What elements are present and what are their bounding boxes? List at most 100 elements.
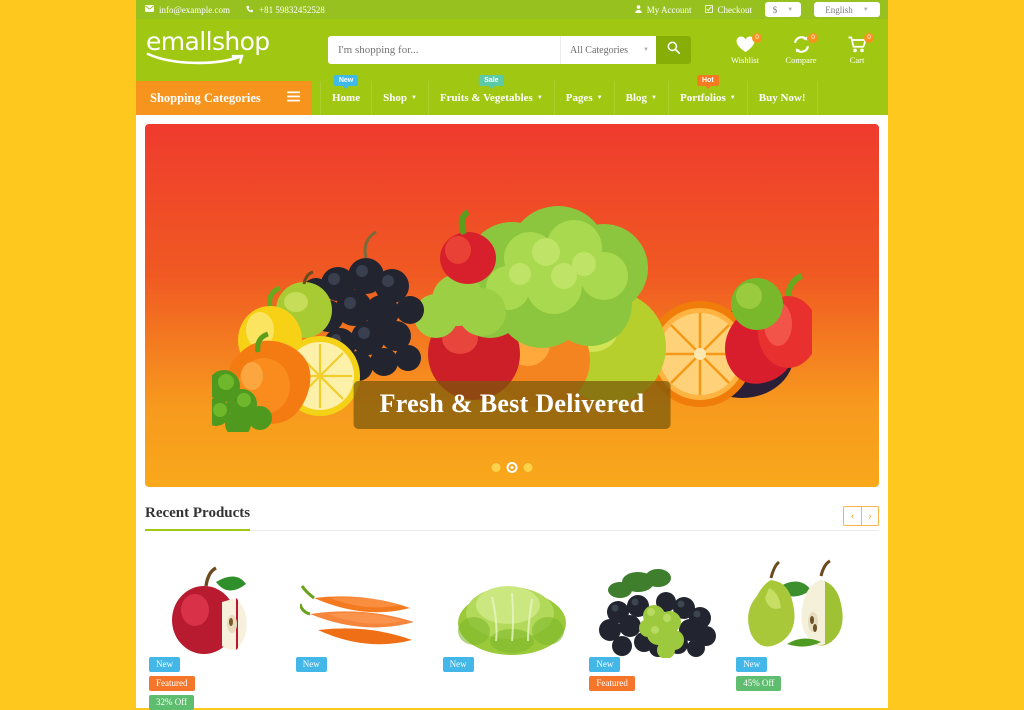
prev-button[interactable]: ‹ <box>843 506 861 526</box>
shopping-categories-label: Shopping Categories <box>150 90 261 105</box>
product-image-pears <box>743 553 868 658</box>
product-card[interactable]: New Featured 32% Off <box>145 553 292 710</box>
nav-item-label: Shop <box>383 92 407 104</box>
top-bar-contact: info@example.com +81 59832452528 <box>136 5 325 15</box>
badge-new: New <box>149 657 180 672</box>
nav-item-blog[interactable]: Blog ▼ <box>615 81 669 115</box>
nav-item-label: Blog <box>625 92 648 104</box>
page-body: Fresh & Best Delivered Recent Products ‹… <box>136 115 888 710</box>
recent-products-header: Recent Products ‹ › <box>145 505 879 531</box>
badge-new: New <box>295 657 327 672</box>
top-bar-links: My Account Checkout $ ▼ English ▼ <box>635 2 888 17</box>
search-icon <box>667 41 681 59</box>
nav-badge-hot: Hot <box>697 75 719 88</box>
search-bar: All Categories ▼ <box>328 36 691 64</box>
nav-item-shop[interactable]: Shop ▼ <box>372 81 429 115</box>
badge-featured: Featured <box>589 676 635 691</box>
nav-item-fruits-vegetables[interactable]: Sale Fruits & Vegetables ▼ <box>429 75 555 115</box>
site-header: emallshop All Categories ▼ <box>136 19 888 81</box>
chevron-down-icon: ▼ <box>729 95 736 101</box>
nav-item-buy-now[interactable]: Buy Now! <box>748 81 818 115</box>
product-card[interactable]: New <box>439 553 586 672</box>
product-badges: New <box>295 657 327 672</box>
nav-item-label: Fruits & Vegetables <box>439 92 533 104</box>
checkout-label: Checkout <box>717 4 753 15</box>
phone-icon <box>246 5 254 15</box>
my-account-label: My Account <box>646 4 692 15</box>
compare-button[interactable]: 0 Compare <box>780 32 822 65</box>
nav-badge-new: New <box>333 75 359 88</box>
search-category-select[interactable]: All Categories ▼ <box>560 36 656 64</box>
badge-new: New <box>589 657 621 672</box>
currency-selector[interactable]: $ ▼ <box>765 2 801 17</box>
nav-item-label: Home <box>332 92 361 104</box>
nav-items: New Home Shop ▼ Sale Fruits & Vegetables… <box>320 75 818 115</box>
nav-item-label: Portfolios <box>679 92 726 104</box>
check-square-icon <box>704 4 713 15</box>
carousel-dot-3[interactable] <box>523 463 533 472</box>
product-card[interactable]: New <box>292 553 439 672</box>
cart-button[interactable]: 0 Cart <box>836 32 878 65</box>
product-image-carrots <box>300 553 430 658</box>
contact-email[interactable]: info@example.com <box>145 5 230 15</box>
contact-phone[interactable]: +81 59832452528 <box>246 5 325 15</box>
product-badges: New Featured 32% Off <box>149 657 195 710</box>
envelope-icon <box>145 5 154 14</box>
page-root: info@example.com +81 59832452528 My Acco… <box>0 0 1024 710</box>
chevron-right-icon: › <box>868 510 872 522</box>
next-button[interactable]: › <box>861 506 879 526</box>
nav-item-pages[interactable]: Pages ▼ <box>555 81 615 115</box>
carousel-arrows: ‹ › <box>843 506 879 526</box>
search-input[interactable] <box>328 36 560 64</box>
chevron-down-icon: ▼ <box>410 95 417 101</box>
wishlist-count: 0 <box>752 32 762 43</box>
cart-label: Cart <box>849 54 865 65</box>
chevron-down-icon: ▼ <box>862 6 869 13</box>
chevron-left-icon: ‹ <box>850 510 855 522</box>
carousel-dot-2[interactable] <box>506 462 518 473</box>
carousel-dots <box>491 462 533 473</box>
product-image-grapes <box>596 553 721 658</box>
cart-count: 0 <box>864 32 874 43</box>
nav-item-label: Buy Now! <box>758 92 806 104</box>
language-value: English <box>825 4 853 15</box>
carousel-dot-1[interactable] <box>491 463 501 472</box>
badge-featured: Featured <box>149 676 195 691</box>
hero-carousel[interactable]: Fresh & Best Delivered <box>145 124 879 487</box>
nav-badge-sale: Sale <box>479 75 504 88</box>
badge-discount: 45% Off <box>736 676 782 691</box>
search-button[interactable] <box>656 36 691 64</box>
product-card[interactable]: New Featured <box>585 553 732 691</box>
product-badges: New <box>442 657 474 672</box>
wishlist-button[interactable]: 0 Wishlist <box>724 32 766 65</box>
badge-new: New <box>736 657 768 672</box>
logo-text: emallshop <box>146 26 270 56</box>
nav-item-home[interactable]: New Home <box>320 75 373 115</box>
checkout-link[interactable]: Checkout <box>704 4 753 15</box>
product-image-red-apple <box>158 553 278 658</box>
shopping-categories-button[interactable]: Shopping Categories <box>136 81 312 115</box>
search-category-value: All Categories <box>570 44 629 56</box>
page-title: Recent Products <box>145 505 251 531</box>
chevron-down-icon: ▼ <box>536 95 543 101</box>
chevron-down-icon: ▼ <box>643 47 649 53</box>
product-image-cabbage <box>452 553 572 658</box>
header-actions: 0 Wishlist 0 Compare 0 Cart <box>724 32 888 65</box>
logo[interactable]: emallshop <box>136 29 326 72</box>
chevron-down-icon: ▼ <box>651 95 657 101</box>
product-badges: New 45% Off <box>736 657 782 691</box>
chevron-down-icon: ▼ <box>787 6 794 13</box>
badge-discount: 32% Off <box>149 695 195 710</box>
user-icon <box>635 4 642 15</box>
my-account-link[interactable]: My Account <box>635 5 692 15</box>
currency-value: $ <box>772 4 778 15</box>
product-card[interactable]: New 45% Off <box>732 553 879 691</box>
site-container: info@example.com +81 59832452528 My Acco… <box>136 0 888 710</box>
top-bar: info@example.com +81 59832452528 My Acco… <box>136 0 888 19</box>
contact-email-text: info@example.com <box>159 4 231 15</box>
logo-swoosh-icon <box>146 52 326 72</box>
product-badges: New Featured <box>589 657 635 691</box>
nav-item-portfolios[interactable]: Hot Portfolios ▼ <box>669 75 748 115</box>
product-list: New Featured 32% Off New New New Feature… <box>145 553 879 710</box>
language-selector[interactable]: English ▼ <box>814 2 880 17</box>
